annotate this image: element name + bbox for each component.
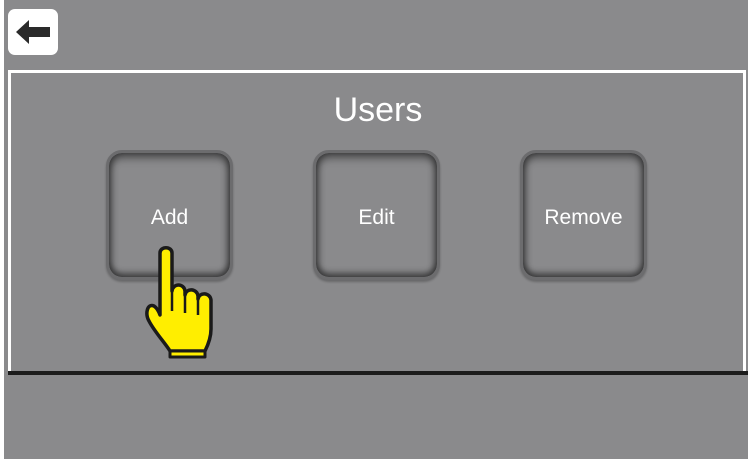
screen-edge [0, 0, 4, 459]
add-button-label: Add [150, 206, 189, 229]
edit-user-button[interactable]: Edit [313, 150, 440, 280]
pointing-hand-icon [145, 246, 213, 359]
top-bar [4, 0, 748, 68]
remove-user-button[interactable]: Remove [520, 150, 647, 280]
arrow-left-icon [16, 20, 50, 44]
page-title: Users [333, 91, 423, 129]
edit-button-label: Edit [358, 206, 395, 229]
device-screen: Users Add Edit Remove [0, 0, 748, 459]
panel-divider [8, 371, 748, 375]
remove-button-label: Remove [544, 206, 623, 229]
back-button[interactable] [8, 9, 58, 55]
